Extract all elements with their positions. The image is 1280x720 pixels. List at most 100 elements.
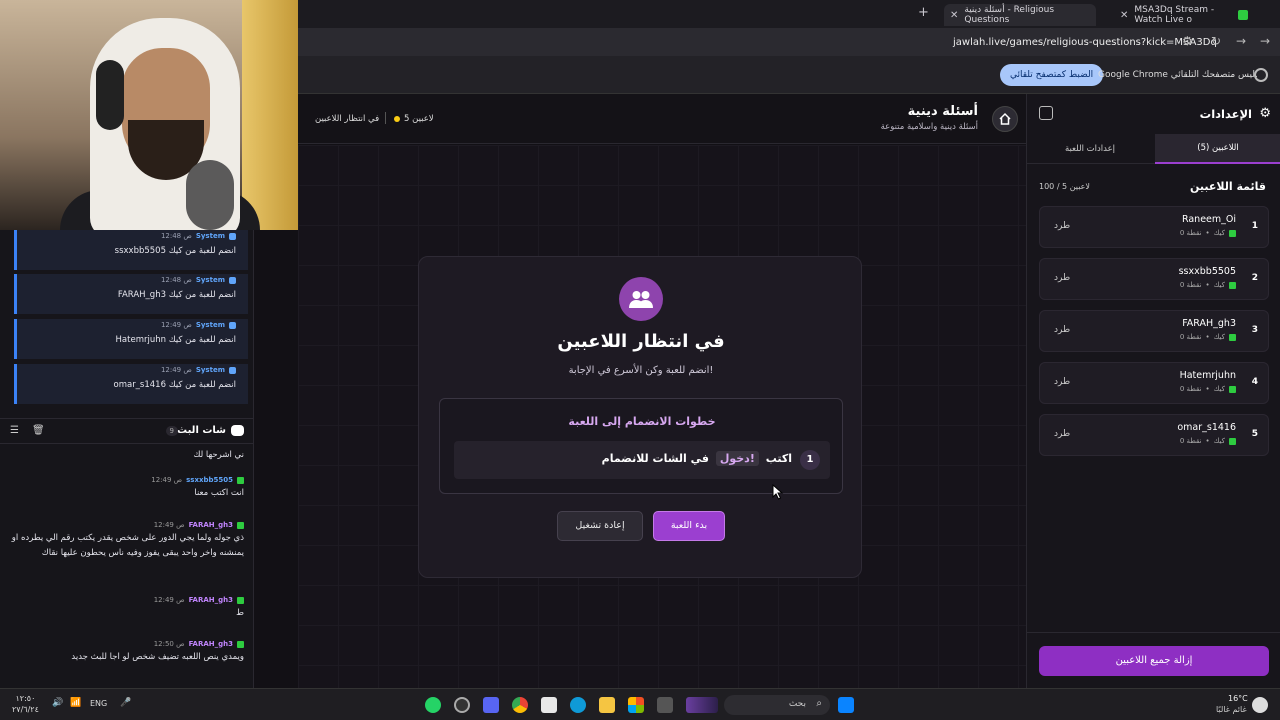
player-name: FARAH_gh3 xyxy=(1182,318,1236,329)
chrome-taskbar-icon[interactable] xyxy=(512,697,528,713)
set-default-button[interactable]: الضبط كمتصفح تلقائي xyxy=(1000,64,1104,86)
kick-badge-icon xyxy=(237,476,244,484)
weather-temperature[interactable]: 16°C xyxy=(1228,694,1248,703)
chat-header: شات البث 9 ☰ 🗑 xyxy=(0,418,254,444)
game-title: أسئلة دينية xyxy=(907,104,978,119)
player-row: 5 omar_s1416 0 نقطة • كيك طرد xyxy=(1039,414,1269,456)
microphone-icon[interactable]: 🎤 xyxy=(120,698,131,708)
system-message: 12:48 ص System ssxxbb5505 انضم للعبة من ك… xyxy=(14,230,248,270)
stream-chat-panel: 12:48 ص System ssxxbb5505 انضم للعبة من ك… xyxy=(0,230,254,688)
kick-player-button[interactable]: طرد xyxy=(1054,429,1070,439)
join-steps-box: خطوات الانضمام إلى اللعبة 1 اكتب !دخول ف… xyxy=(439,398,843,494)
join-command: !دخول xyxy=(715,451,759,466)
chat-message: 12:49 ص FARAH_gh3 ط xyxy=(153,596,244,618)
kick-badge-icon xyxy=(1229,333,1236,341)
tab-game-settings[interactable]: إعدادات اللعبة xyxy=(1027,134,1153,164)
webcam-overlay xyxy=(0,0,298,230)
back-icon[interactable]: → xyxy=(1260,34,1270,48)
wifi-icon[interactable]: 📶 xyxy=(70,698,81,708)
player-name: ssxxbb5505 xyxy=(1178,266,1236,277)
kick-player-button[interactable]: طرد xyxy=(1054,221,1070,231)
kick-badge-icon xyxy=(1229,385,1236,393)
weather-condition: غائم غالبًا xyxy=(1216,705,1247,714)
players-heading: قائمة اللاعبين xyxy=(1190,180,1266,193)
chat-message: 12:50 ص FARAH_gh3 ويمدي ينص اللعبه تضيف ش… xyxy=(71,640,244,662)
game-subtitle: أسئلة دينية واسلامية متنوعة xyxy=(880,122,978,132)
chat-count-badge: 9 xyxy=(165,426,178,436)
tab-players[interactable]: اللاعبين (5) xyxy=(1155,134,1280,164)
sidebar-tabs: اللاعبين (5) إعدادات اللعبة xyxy=(1027,134,1280,164)
game-header: أسئلة دينية أسئلة دينية واسلامية متنوعة … xyxy=(298,94,1026,144)
chat-message: ني اشرحها لك xyxy=(193,450,244,460)
language-indicator[interactable]: ENG xyxy=(90,699,107,708)
widget-icon[interactable] xyxy=(686,697,718,713)
status-dot-icon xyxy=(394,116,400,122)
windows-taskbar: ١٢:٥٠ ٢٧/٦/٢٤ 🔊 📶 ENG 🎤 بحث ⌕ 16°C غائم غ… xyxy=(0,688,1280,720)
tab-title: أسئلة دينية - Religious Questions xyxy=(964,5,1055,25)
taskbar-search[interactable]: بحث ⌕ xyxy=(724,695,830,715)
step-text: اكتب !دخول في الشات للانضمام xyxy=(601,451,792,466)
home-button[interactable] xyxy=(992,106,1018,132)
kick-favicon-icon xyxy=(1238,10,1248,20)
start-game-button[interactable]: بدء اللعبة xyxy=(653,511,725,541)
remove-all-players-button[interactable]: إزالة جميع اللاعبين xyxy=(1039,646,1269,676)
windows-start-icon[interactable] xyxy=(838,697,854,713)
url-field[interactable]: jawlah.live/games/religious-questions?ki… xyxy=(953,37,1217,48)
kick-badge-icon xyxy=(237,640,244,648)
player-name: Raneem_Oi xyxy=(1181,214,1236,225)
divider xyxy=(385,112,386,124)
mouse-cursor-icon xyxy=(772,484,784,500)
browser-tab[interactable]: ✕ MSA3Dq Stream - Watch Live o xyxy=(1114,4,1254,26)
chat-message: 12:49 ص FARAH_gh3 ذي جوله ولما يجي الدور … xyxy=(11,521,244,558)
waiting-card: في انتظار اللاعبين انضم للعبة وكن الأسرع… xyxy=(418,256,862,578)
infobar-message: Google Chrome ليس متصفحك التلقائي. xyxy=(1098,70,1258,80)
discord-icon[interactable] xyxy=(483,697,499,713)
forward-icon[interactable]: → xyxy=(1236,34,1246,48)
obs-icon[interactable] xyxy=(454,697,470,713)
chat-message: 12:49 ص ssxxbb5505 انت اكتب معنا xyxy=(151,476,244,498)
player-row: 1 Raneem_Oi 0 نقطة • كيك طرد xyxy=(1039,206,1269,248)
weather-icon xyxy=(1252,697,1268,713)
game-status: في انتظار اللاعبين xyxy=(315,114,380,124)
join-step: 1 اكتب !دخول في الشات للانضمام xyxy=(454,441,830,479)
chat-title: شات البث xyxy=(177,425,226,436)
users-icon xyxy=(619,277,663,321)
waiting-title: في انتظار اللاعبين xyxy=(557,331,725,352)
clock[interactable]: ١٢:٥٠ ٢٧/٦/٢٤ xyxy=(12,693,39,715)
tab-title: MSA3Dq Stream - Watch Live o xyxy=(1134,5,1215,25)
system-message: 12:49 ص System Hatemrjuhn انضم للعبة من ك… xyxy=(14,319,248,359)
chat-bubble-icon xyxy=(231,425,244,436)
sidebar-collapse-icon[interactable] xyxy=(1039,106,1053,120)
player-row: 4 Hatemrjuhn 0 نقطة • كيك طرد xyxy=(1039,362,1269,404)
kick-player-button[interactable]: طرد xyxy=(1054,273,1070,283)
list-icon[interactable]: ☰ xyxy=(10,425,19,436)
join-steps-title: خطوات الانضمام إلى اللعبة xyxy=(568,415,716,428)
file-explorer-icon[interactable] xyxy=(599,697,615,713)
volume-icon[interactable]: 🔊 xyxy=(52,698,63,708)
kick-badge-icon xyxy=(1229,281,1236,289)
store-icon[interactable] xyxy=(628,697,644,713)
divider xyxy=(1027,632,1280,633)
browser-tab-active[interactable]: ✕ أسئلة دينية - Religious Questions xyxy=(944,4,1096,26)
kick-player-button[interactable]: طرد xyxy=(1054,377,1070,387)
new-tab-button[interactable]: + xyxy=(918,5,929,20)
trash-icon[interactable]: 🗑 xyxy=(32,425,45,436)
step-number: 1 xyxy=(800,450,820,470)
kick-badge-icon xyxy=(237,521,244,529)
system-message: 12:48 ص System FARAH_gh3 انضم للعبة من كي… xyxy=(14,274,248,314)
site-settings-icon[interactable]: ⚙ xyxy=(1182,34,1193,48)
edge-icon[interactable] xyxy=(570,697,586,713)
home-icon xyxy=(999,112,1011,125)
search-icon: ⌕ xyxy=(816,698,822,709)
player-name: omar_s1416 xyxy=(1177,422,1236,433)
calendar-icon[interactable] xyxy=(541,697,557,713)
restart-button[interactable]: إعادة تشغيل xyxy=(557,511,643,541)
system-badge-icon xyxy=(229,366,236,374)
kick-player-button[interactable]: طرد xyxy=(1054,325,1070,335)
whatsapp-icon[interactable] xyxy=(425,697,441,713)
reload-icon[interactable]: ↻ xyxy=(1211,34,1221,48)
app-icon[interactable] xyxy=(657,697,673,713)
close-icon[interactable]: ✕ xyxy=(950,10,958,21)
kick-badge-icon xyxy=(1229,229,1236,237)
close-icon[interactable]: ✕ xyxy=(1120,10,1128,21)
